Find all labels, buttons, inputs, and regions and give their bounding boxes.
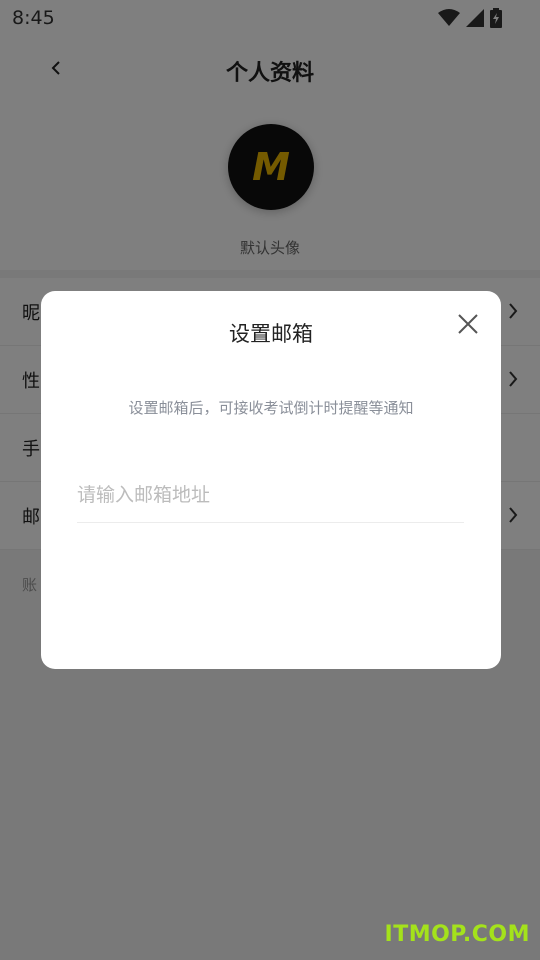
watermark: ITMOP.COM: [384, 922, 530, 947]
set-email-dialog: 设置邮箱 设置邮箱后，可接收考试倒计时提醒等通知: [41, 291, 501, 669]
dialog-title: 设置邮箱: [229, 322, 313, 346]
close-icon: [455, 314, 481, 341]
dialog-description: 设置邮箱后，可接收考试倒计时提醒等通知: [128, 399, 414, 417]
email-input[interactable]: [77, 467, 464, 523]
close-button[interactable]: [455, 311, 481, 337]
